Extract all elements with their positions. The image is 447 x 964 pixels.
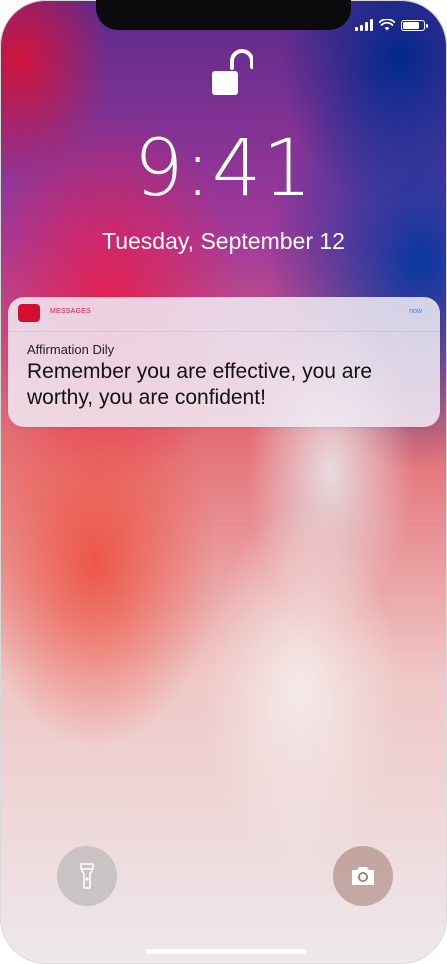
clock-date: Tuesday, September 12: [102, 228, 345, 254]
status-bar: [355, 18, 428, 32]
camera-button[interactable]: [333, 846, 393, 906]
flashlight-icon: [80, 863, 94, 889]
notification-header: MESSAGES now: [8, 297, 440, 332]
cellular-signal-icon: [355, 19, 373, 31]
notch: [96, 0, 351, 30]
notification-title: Affirmation Dily: [27, 342, 115, 357]
clock-time: 9:41: [133, 124, 314, 214]
notification-app-name: MESSAGES: [50, 308, 91, 315]
camera-icon: [352, 867, 374, 885]
lock-screen: 9:41 Tuesday, September 12 MESSAGES now …: [0, 0, 447, 964]
notification-card[interactable]: MESSAGES now Affirmation Dily Remember y…: [8, 297, 440, 427]
wifi-icon: [379, 19, 395, 31]
messages-app-icon: [18, 304, 40, 322]
battery-icon: [401, 19, 428, 31]
flashlight-button[interactable]: [57, 846, 117, 906]
notification-time: now: [409, 308, 422, 315]
home-indicator[interactable]: [146, 949, 306, 954]
unlocked-padlock-icon: [212, 49, 253, 95]
notification-body: Remember you are effective, you are wort…: [27, 360, 373, 409]
